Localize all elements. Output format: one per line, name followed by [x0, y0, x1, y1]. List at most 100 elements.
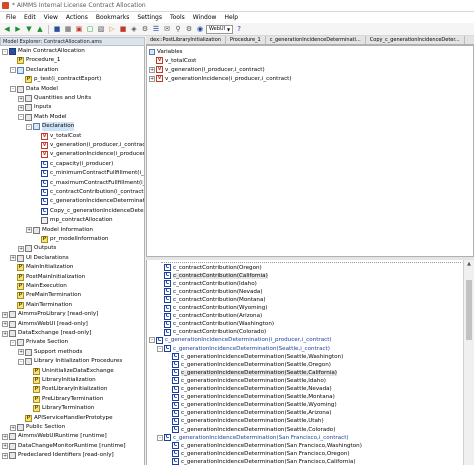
identifier-row[interactable]: + Vv_generationIncidence(i_producer,i_con…: [149, 74, 292, 83]
tree-item[interactable]: + Model Information: [26, 226, 93, 235]
tree-item[interactable]: P PostLibraryInitialization: [26, 385, 107, 394]
collapse-icon[interactable]: -: [2, 48, 8, 55]
tree-item[interactable]: - Private Section: [10, 338, 68, 347]
data-row[interactable]: Cc_generationIncidenceDetermination(San …: [172, 457, 356, 465]
message-icon[interactable]: ✉: [162, 24, 172, 34]
down-arrow-icon[interactable]: ▼: [24, 24, 34, 34]
scroll-up-icon[interactable]: ▲: [464, 260, 474, 268]
menu-file[interactable]: File: [2, 12, 20, 23]
expand-icon[interactable]: +: [10, 424, 16, 431]
tree-item[interactable]: P MainExecution: [10, 282, 67, 291]
tree-item[interactable]: + AimmsWebUIRuntime [runtime]: [2, 432, 107, 441]
tree-item[interactable]: - Declaration: [26, 122, 75, 132]
progress-icon[interactable]: ☰: [151, 24, 161, 34]
identifier-selector-icon[interactable]: ▦: [63, 24, 73, 34]
stop-icon[interactable]: ■: [118, 24, 128, 34]
collapse-icon[interactable]: -: [10, 339, 16, 346]
menu-help[interactable]: Help: [220, 12, 242, 23]
data-manager-icon[interactable]: ▢: [85, 24, 95, 34]
tree-item[interactable]: Cc_minimumContractFullfillment(i_contrac…: [34, 169, 144, 178]
tree-item[interactable]: Cc_maximumContractFullfillment(i_contrac…: [34, 179, 144, 188]
tree-item[interactable]: P PostMainInitialization: [10, 273, 85, 282]
tree-item[interactable]: P Procedure_1: [10, 56, 60, 65]
tree-item[interactable]: Ppr_modelInformation: [34, 235, 108, 244]
menu-edit[interactable]: Edit: [20, 12, 40, 23]
menu-tools[interactable]: Tools: [166, 12, 189, 23]
expand-icon[interactable]: +: [2, 433, 8, 440]
tab-generation-incidence-determination[interactable]: c_generationIncidenceDeterminati...: [266, 36, 366, 44]
expand-icon[interactable]: +: [2, 443, 8, 450]
tab-procedure-1[interactable]: Procedure_1: [226, 36, 266, 44]
expand-icon[interactable]: +: [26, 227, 32, 234]
library-manager-icon[interactable]: ▧: [96, 24, 106, 34]
settings-icon[interactable]: ⚙: [184, 24, 194, 34]
tree-item[interactable]: Vv_totalCost: [34, 132, 81, 141]
expand-icon[interactable]: +: [18, 95, 24, 102]
debug-icon[interactable]: ◈: [129, 24, 139, 34]
menu-bookmarks[interactable]: Bookmarks: [92, 12, 134, 23]
model-explorer-icon[interactable]: ■: [52, 24, 62, 34]
expand-icon[interactable]: +: [18, 349, 24, 356]
tree-item[interactable]: + Predeclared Identifiers [read-only]: [2, 451, 114, 460]
tree-item[interactable]: P PreLibraryTermination: [26, 395, 103, 404]
collapse-icon[interactable]: -: [26, 123, 32, 130]
tree-item[interactable]: CCopy_c_generationIncidenceDetermination: [34, 207, 144, 216]
collapse-icon[interactable]: -: [18, 358, 24, 365]
expand-icon[interactable]: +: [2, 330, 8, 337]
expand-icon[interactable]: +: [10, 255, 16, 262]
tree-item[interactable]: + Inputs: [18, 103, 51, 112]
tree-item[interactable]: P LibraryTermination: [26, 404, 94, 413]
tree-item[interactable]: Cc_generationIncidenceDetermination(i_pr…: [34, 197, 144, 206]
expand-icon[interactable]: +: [2, 321, 8, 328]
tree-item[interactable]: - Data Model: [10, 85, 58, 94]
collapse-icon[interactable]: -: [18, 114, 24, 121]
expand-icon[interactable]: +: [2, 452, 8, 459]
tree-item[interactable]: + DataChangeMonitorRuntime [runtime]: [2, 442, 126, 451]
tree-item[interactable]: P MainTermination: [10, 301, 72, 310]
tree-item[interactable]: Cc_contractContribution(i_contract): [34, 188, 144, 197]
back-arrow-icon[interactable]: ◀: [2, 24, 12, 34]
scrollbar-thumb[interactable]: [466, 280, 472, 340]
variables-header-row[interactable]: Variables: [149, 47, 183, 56]
tree-item[interactable]: + AimmsWebUI [read-only]: [2, 320, 88, 329]
tree-item[interactable]: - Math Model: [18, 113, 67, 122]
tree-item[interactable]: P PreMainTermination: [10, 291, 81, 300]
collapse-icon[interactable]: -: [149, 337, 155, 344]
help-icon[interactable]: ?: [234, 24, 244, 34]
collapse-icon[interactable]: -: [157, 345, 163, 352]
tree-item[interactable]: + UI Declarations: [10, 254, 69, 263]
vertical-scrollbar[interactable]: ▲: [463, 260, 474, 465]
identifier-row[interactable]: Vv_totalCost: [149, 56, 196, 65]
tree-item[interactable]: P APIServiceHandlerPrototype: [18, 414, 113, 423]
up-arrow-icon[interactable]: ▲: [35, 24, 45, 34]
tab-copy-generation-incidence[interactable]: Copy_c_generationIncidenceDeter...: [366, 36, 465, 44]
tree-item[interactable]: - Declaration: [10, 66, 58, 75]
expand-icon[interactable]: +: [149, 75, 155, 82]
webui-dropdown[interactable]: WebUI ▼: [206, 24, 234, 34]
expand-icon[interactable]: +: [149, 66, 155, 73]
identifier-row[interactable]: + Vv_generation(i_producer,i_contract): [149, 65, 265, 74]
menu-settings[interactable]: Settings: [133, 12, 166, 23]
expand-icon[interactable]: +: [18, 104, 24, 111]
webui-icon[interactable]: ◉: [195, 24, 205, 34]
collapse-icon[interactable]: -: [10, 86, 16, 93]
menu-actions[interactable]: Actions: [62, 12, 92, 23]
compile-icon[interactable]: ⚙: [140, 24, 150, 34]
tree-item[interactable]: P LibraryInitialization: [26, 376, 96, 385]
page-manager-icon[interactable]: ▣: [74, 24, 84, 34]
tree-item[interactable]: Cc_capacity(i_producer): [34, 160, 113, 169]
find-icon[interactable]: ⚲: [173, 24, 183, 34]
tab-post-library-initialization[interactable]: dex::PostLibraryInitialization: [146, 36, 226, 44]
collapse-icon[interactable]: -: [157, 434, 163, 441]
tree-item[interactable]: + Outputs: [18, 244, 56, 253]
tree-item[interactable]: + Support methods: [18, 348, 82, 357]
tree-item[interactable]: P UninitializeDataExchange: [26, 367, 114, 376]
tree-item[interactable]: mp_contractAllocation: [34, 216, 113, 225]
collapse-icon[interactable]: -: [10, 67, 16, 74]
expand-icon[interactable]: +: [2, 311, 8, 318]
tree-item[interactable]: + AimmsProLibrary [read-only]: [2, 310, 98, 319]
tree-item[interactable]: P MainInitialization: [10, 263, 73, 272]
menu-window[interactable]: Window: [189, 12, 221, 23]
menu-view[interactable]: View: [40, 12, 62, 23]
tree-item[interactable]: - Main ContractAllocation: [2, 47, 85, 56]
